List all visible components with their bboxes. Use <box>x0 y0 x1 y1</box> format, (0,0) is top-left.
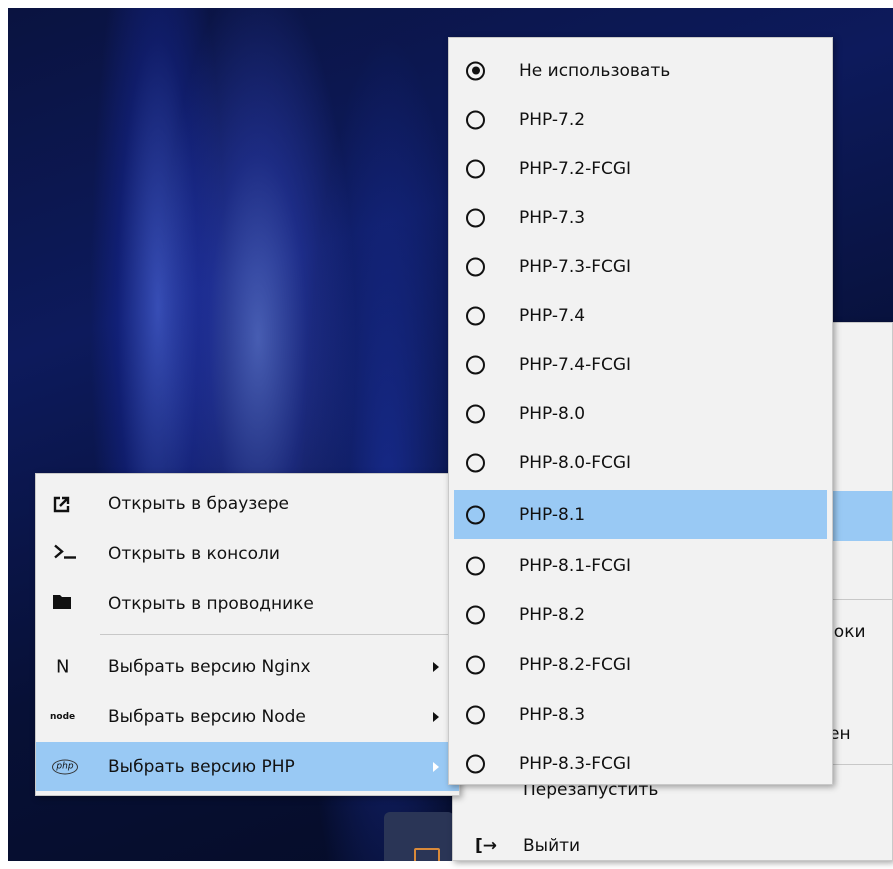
php-option-label: PHP-8.2-FCGI <box>519 654 632 675</box>
php-option-highlighted[interactable]: PHP-8.1 <box>454 490 827 539</box>
php-option-label: PHP-8.1 <box>519 504 586 525</box>
submenu-arrow-icon <box>433 711 439 722</box>
php-option[interactable]: PHP-7.2-FCGI <box>449 144 832 193</box>
php-option[interactable]: PHP-7.4 <box>449 291 832 340</box>
radio-icon <box>466 605 485 624</box>
menu-item-node-version[interactable]: node Выбрать версию Node <box>36 692 459 741</box>
nginx-icon: N <box>56 656 70 677</box>
taskbar-terminal-icon[interactable] <box>384 812 454 861</box>
php-icon: php <box>52 759 78 774</box>
radio-icon <box>466 754 485 773</box>
php-option-label: PHP-8.2 <box>519 604 586 625</box>
menu-item-open-console-label: Открыть в консоли <box>108 543 280 564</box>
php-option[interactable]: PHP-8.0 <box>449 389 832 438</box>
php-option-label: PHP-8.3 <box>519 704 586 725</box>
submenu-arrow-icon <box>433 761 439 772</box>
php-option[interactable]: PHP-7.3 <box>449 193 832 242</box>
tray-menu-item-exit-label: Выйти <box>523 836 581 856</box>
node-icon: node <box>50 711 76 722</box>
php-icon-text: php <box>56 761 74 771</box>
php-option[interactable]: PHP-8.3-FCGI <box>449 739 832 788</box>
radio-icon <box>466 306 485 325</box>
php-option[interactable]: PHP-8.2-FCGI <box>449 640 832 689</box>
radio-icon <box>466 705 485 724</box>
radio-selected-icon <box>466 61 485 80</box>
php-option-label: PHP-7.3-FCGI <box>519 256 632 277</box>
php-option-label: PHP-8.0 <box>519 403 586 424</box>
php-option-label: PHP-8.1-FCGI <box>519 555 632 576</box>
php-option[interactable]: PHP-7.4-FCGI <box>449 340 832 389</box>
php-option-label: PHP-7.4-FCGI <box>519 354 632 375</box>
menu-item-nginx-version-label: Выбрать версию Nginx <box>108 656 311 677</box>
logout-icon: [→ <box>475 836 498 856</box>
menu-item-nginx-version[interactable]: N Выбрать версию Nginx <box>36 642 459 691</box>
tray-menu-item-exit[interactable]: [→ Выйти <box>453 823 892 869</box>
php-option-label: Не использовать <box>519 60 671 81</box>
submenu-arrow-icon <box>433 661 439 672</box>
php-option-label: PHP-7.2-FCGI <box>519 158 632 179</box>
menu-item-open-browser[interactable]: Открыть в браузере <box>36 479 459 528</box>
php-option-none[interactable]: Не использовать <box>449 46 832 95</box>
php-option[interactable]: PHP-7.2 <box>449 95 832 144</box>
php-option[interactable]: PHP-7.3-FCGI <box>449 242 832 291</box>
php-option-label: PHP-8.3-FCGI <box>519 753 632 774</box>
php-option-label: PHP-8.0-FCGI <box>519 452 632 473</box>
radio-icon <box>466 208 485 227</box>
php-option-label: PHP-7.3 <box>519 207 586 228</box>
php-option[interactable]: PHP-8.2 <box>449 590 832 639</box>
external-link-icon <box>53 496 70 512</box>
radio-icon <box>466 159 485 178</box>
radio-icon <box>466 556 485 575</box>
radio-icon <box>466 110 485 129</box>
menu-item-open-browser-label: Открыть в браузере <box>108 493 290 514</box>
context-menu-separator <box>100 634 459 635</box>
terminal-icon <box>53 543 79 564</box>
php-option[interactable]: PHP-8.0-FCGI <box>449 438 832 487</box>
php-version-submenu: Не использовать PHP-7.2 PHP-7.2-FCGI PHP… <box>448 37 833 785</box>
menu-item-open-explorer-label: Открыть в проводнике <box>108 593 314 614</box>
folder-icon <box>53 594 71 614</box>
site-context-menu: Открыть в браузере Открыть в консоли Отк… <box>35 473 460 796</box>
menu-item-open-explorer[interactable]: Открыть в проводнике <box>36 579 459 628</box>
radio-icon <box>466 655 485 674</box>
radio-icon <box>466 505 485 524</box>
menu-item-open-console[interactable]: Открыть в консоли <box>36 529 459 578</box>
menu-item-php-version-label: Выбрать версию PHP <box>108 756 295 777</box>
menu-item-php-version[interactable]: php Выбрать версию PHP <box>36 742 459 791</box>
radio-icon <box>466 257 485 276</box>
php-option[interactable]: PHP-8.3 <box>449 690 832 739</box>
menu-item-node-version-label: Выбрать версию Node <box>108 706 306 727</box>
radio-icon <box>466 404 485 423</box>
php-option[interactable]: PHP-8.1-FCGI <box>449 541 832 590</box>
php-option-label: PHP-7.2 <box>519 109 586 130</box>
radio-icon <box>466 453 485 472</box>
radio-icon <box>466 355 485 374</box>
php-option-label: PHP-7.4 <box>519 305 586 326</box>
